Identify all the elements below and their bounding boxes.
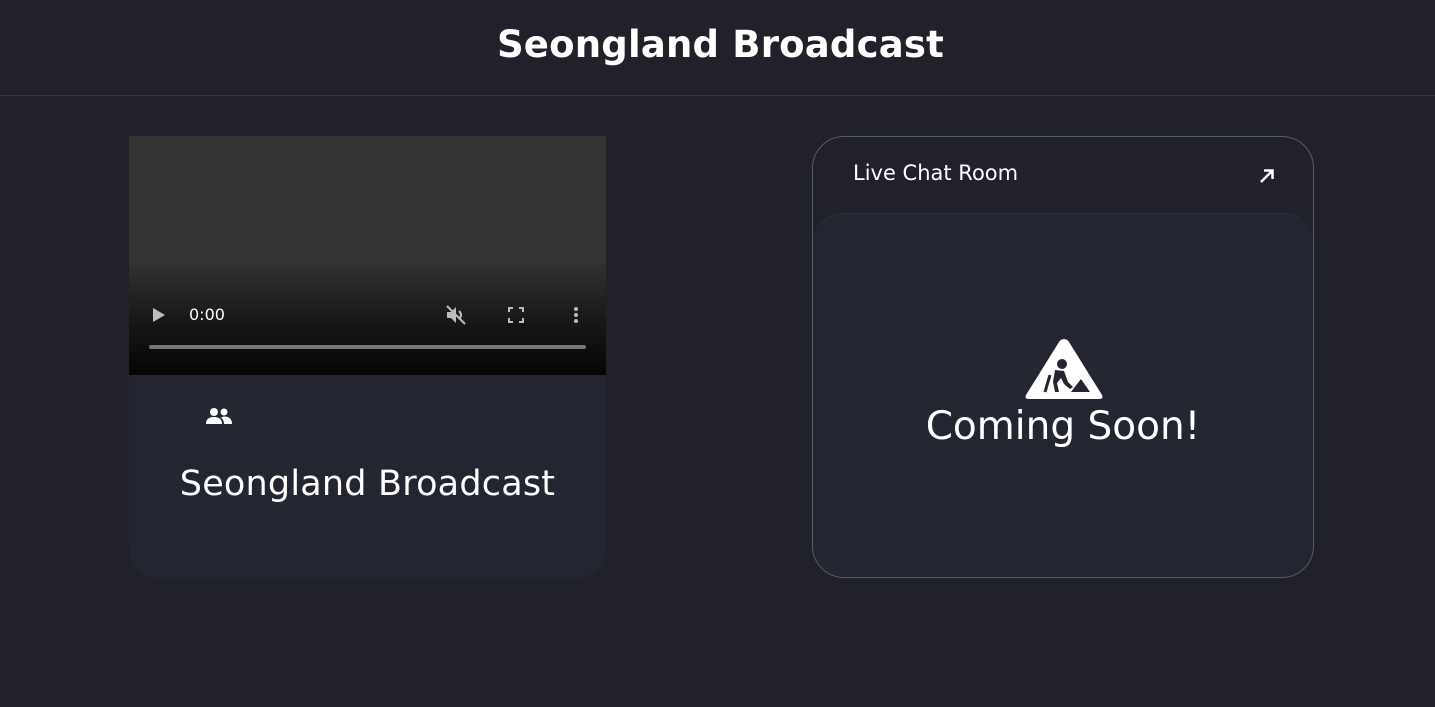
video-player[interactable]: 0:00 — [129, 136, 606, 375]
more-vertical-icon — [574, 307, 578, 323]
play-button[interactable] — [149, 305, 169, 325]
more-options-button[interactable] — [566, 305, 586, 325]
chat-header: Live Chat Room — [813, 137, 1313, 214]
stream-title: Seongland Broadcast — [179, 464, 556, 504]
users-icon — [206, 408, 232, 424]
stream-card: 0:00 Seongland Broadcast — [129, 136, 606, 578]
current-time: 0:00 — [189, 305, 225, 324]
volume-muted-icon — [446, 305, 466, 325]
site-title: Seongland Broadcast — [496, 23, 945, 66]
arrow-up-right-icon — [1260, 169, 1274, 183]
chat-body: Coming Soon! — [813, 213, 1313, 577]
coming-soon-message: Coming Soon! — [925, 404, 1201, 449]
fullscreen-button[interactable] — [506, 305, 526, 325]
top-bar: Seongland Broadcast — [0, 0, 1435, 96]
fullscreen-icon — [508, 307, 524, 323]
chat-title: Live Chat Room — [853, 161, 1019, 185]
open-chat-button[interactable] — [1257, 166, 1277, 186]
seek-bar[interactable] — [149, 345, 586, 349]
mute-button[interactable] — [444, 305, 468, 325]
play-icon — [153, 308, 165, 322]
construction-warning-icon — [1025, 339, 1103, 399]
chat-card: Live Chat Room Coming Soon! — [812, 136, 1314, 578]
